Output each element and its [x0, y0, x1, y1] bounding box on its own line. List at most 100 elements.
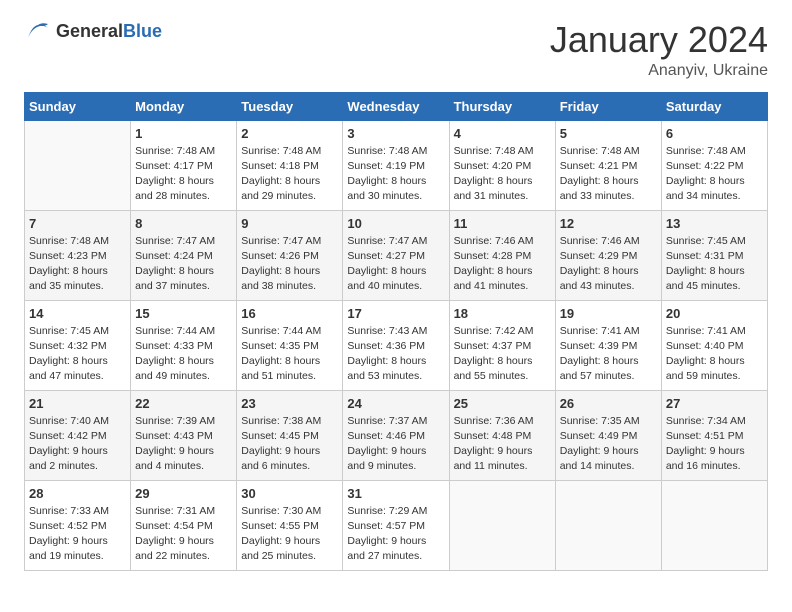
day-number: 27: [666, 396, 763, 411]
weekday-header-tuesday: Tuesday: [237, 92, 343, 120]
weekday-header-saturday: Saturday: [661, 92, 767, 120]
day-number: 9: [241, 216, 338, 231]
day-number: 8: [135, 216, 232, 231]
day-number: 20: [666, 306, 763, 321]
calendar-cell: 11 Sunrise: 7:46 AM Sunset: 4:28 PM Dayli…: [449, 210, 555, 300]
weekday-header-monday: Monday: [131, 92, 237, 120]
day-number: 15: [135, 306, 232, 321]
day-number: 18: [454, 306, 551, 321]
day-details: Sunrise: 7:41 AM Sunset: 4:40 PM Dayligh…: [666, 324, 763, 385]
day-details: Sunrise: 7:38 AM Sunset: 4:45 PM Dayligh…: [241, 414, 338, 475]
day-number: 22: [135, 396, 232, 411]
calendar-cell: 13 Sunrise: 7:45 AM Sunset: 4:31 PM Dayli…: [661, 210, 767, 300]
day-details: Sunrise: 7:48 AM Sunset: 4:20 PM Dayligh…: [454, 144, 551, 205]
calendar-week-row: 28 Sunrise: 7:33 AM Sunset: 4:52 PM Dayli…: [25, 480, 768, 570]
calendar-cell: 27 Sunrise: 7:34 AM Sunset: 4:51 PM Dayli…: [661, 390, 767, 480]
day-number: 1: [135, 126, 232, 141]
day-details: Sunrise: 7:39 AM Sunset: 4:43 PM Dayligh…: [135, 414, 232, 475]
day-number: 5: [560, 126, 657, 141]
day-number: 31: [347, 486, 444, 501]
calendar-cell: 9 Sunrise: 7:47 AM Sunset: 4:26 PM Daylig…: [237, 210, 343, 300]
day-details: Sunrise: 7:46 AM Sunset: 4:28 PM Dayligh…: [454, 234, 551, 295]
day-details: Sunrise: 7:29 AM Sunset: 4:57 PM Dayligh…: [347, 504, 444, 565]
day-details: Sunrise: 7:48 AM Sunset: 4:22 PM Dayligh…: [666, 144, 763, 205]
calendar-cell: 14Sunrise: 7:45 AM Sunset: 4:32 PM Dayli…: [25, 300, 131, 390]
calendar-cell: 21 Sunrise: 7:40 AM Sunset: 4:42 PM Dayli…: [25, 390, 131, 480]
day-number: 13: [666, 216, 763, 231]
calendar-cell: [449, 480, 555, 570]
calendar-cell: 1Sunrise: 7:48 AM Sunset: 4:17 PM Daylig…: [131, 120, 237, 210]
location-title: Ananyiv, Ukraine: [550, 62, 768, 80]
calendar-cell: 16Sunrise: 7:44 AM Sunset: 4:35 PM Dayli…: [237, 300, 343, 390]
calendar-cell: 20 Sunrise: 7:41 AM Sunset: 4:40 PM Dayli…: [661, 300, 767, 390]
logo-icon: [24, 20, 52, 42]
calendar-cell: 30 Sunrise: 7:30 AM Sunset: 4:55 PM Dayli…: [237, 480, 343, 570]
day-details: Sunrise: 7:37 AM Sunset: 4:46 PM Dayligh…: [347, 414, 444, 475]
calendar-cell: 24 Sunrise: 7:37 AM Sunset: 4:46 PM Dayli…: [343, 390, 449, 480]
day-details: Sunrise: 7:47 AM Sunset: 4:27 PM Dayligh…: [347, 234, 444, 295]
day-details: Sunrise: 7:47 AM Sunset: 4:24 PM Dayligh…: [135, 234, 232, 295]
weekday-header-sunday: Sunday: [25, 92, 131, 120]
day-number: 7: [29, 216, 126, 231]
calendar-cell: 12 Sunrise: 7:46 AM Sunset: 4:29 PM Dayli…: [555, 210, 661, 300]
day-number: 6: [666, 126, 763, 141]
day-number: 25: [454, 396, 551, 411]
calendar-cell: 23 Sunrise: 7:38 AM Sunset: 4:45 PM Dayli…: [237, 390, 343, 480]
calendar-cell: 15 Sunrise: 7:44 AM Sunset: 4:33 PM Dayli…: [131, 300, 237, 390]
day-details: Sunrise: 7:30 AM Sunset: 4:55 PM Dayligh…: [241, 504, 338, 565]
day-details: Sunrise: 7:48 AM Sunset: 4:23 PM Dayligh…: [29, 234, 126, 295]
day-details: Sunrise: 7:47 AM Sunset: 4:26 PM Dayligh…: [241, 234, 338, 295]
calendar-cell: 5Sunrise: 7:48 AM Sunset: 4:21 PM Daylig…: [555, 120, 661, 210]
day-number: 21: [29, 396, 126, 411]
day-details: Sunrise: 7:33 AM Sunset: 4:52 PM Dayligh…: [29, 504, 126, 565]
day-number: 11: [454, 216, 551, 231]
day-number: 28: [29, 486, 126, 501]
weekday-header-friday: Friday: [555, 92, 661, 120]
day-details: Sunrise: 7:46 AM Sunset: 4:29 PM Dayligh…: [560, 234, 657, 295]
calendar-cell: 2Sunrise: 7:48 AM Sunset: 4:18 PM Daylig…: [237, 120, 343, 210]
calendar-cell: 7 Sunrise: 7:48 AM Sunset: 4:23 PM Daylig…: [25, 210, 131, 300]
day-details: Sunrise: 7:43 AM Sunset: 4:36 PM Dayligh…: [347, 324, 444, 385]
day-number: 30: [241, 486, 338, 501]
day-number: 26: [560, 396, 657, 411]
day-number: 29: [135, 486, 232, 501]
day-number: 23: [241, 396, 338, 411]
calendar-cell: 31 Sunrise: 7:29 AM Sunset: 4:57 PM Dayli…: [343, 480, 449, 570]
day-details: Sunrise: 7:31 AM Sunset: 4:54 PM Dayligh…: [135, 504, 232, 565]
calendar-cell: [555, 480, 661, 570]
day-details: Sunrise: 7:41 AM Sunset: 4:39 PM Dayligh…: [560, 324, 657, 385]
day-details: Sunrise: 7:36 AM Sunset: 4:48 PM Dayligh…: [454, 414, 551, 475]
day-details: Sunrise: 7:44 AM Sunset: 4:33 PM Dayligh…: [135, 324, 232, 385]
weekday-header-row: SundayMondayTuesdayWednesdayThursdayFrid…: [25, 92, 768, 120]
day-number: 24: [347, 396, 444, 411]
day-details: Sunrise: 7:40 AM Sunset: 4:42 PM Dayligh…: [29, 414, 126, 475]
calendar-cell: 25 Sunrise: 7:36 AM Sunset: 4:48 PM Dayli…: [449, 390, 555, 480]
calendar-cell: 22 Sunrise: 7:39 AM Sunset: 4:43 PM Dayli…: [131, 390, 237, 480]
day-number: 4: [454, 126, 551, 141]
day-number: 17: [347, 306, 444, 321]
calendar-cell: 18 Sunrise: 7:42 AM Sunset: 4:37 PM Dayli…: [449, 300, 555, 390]
day-details: Sunrise: 7:34 AM Sunset: 4:51 PM Dayligh…: [666, 414, 763, 475]
calendar-cell: 28 Sunrise: 7:33 AM Sunset: 4:52 PM Dayli…: [25, 480, 131, 570]
weekday-header-thursday: Thursday: [449, 92, 555, 120]
calendar-table: SundayMondayTuesdayWednesdayThursdayFrid…: [24, 92, 768, 571]
day-details: Sunrise: 7:45 AM Sunset: 4:32 PM Dayligh…: [29, 324, 126, 385]
logo-general: General: [56, 21, 123, 41]
day-number: 19: [560, 306, 657, 321]
day-details: Sunrise: 7:42 AM Sunset: 4:37 PM Dayligh…: [454, 324, 551, 385]
day-details: Sunrise: 7:48 AM Sunset: 4:19 PM Dayligh…: [347, 144, 444, 205]
calendar-cell: [661, 480, 767, 570]
calendar-week-row: 14Sunrise: 7:45 AM Sunset: 4:32 PM Dayli…: [25, 300, 768, 390]
page-header: GeneralBlue January 2024 Ananyiv, Ukrain…: [24, 20, 768, 80]
day-details: Sunrise: 7:44 AM Sunset: 4:35 PM Dayligh…: [241, 324, 338, 385]
calendar-week-row: 7 Sunrise: 7:48 AM Sunset: 4:23 PM Daylig…: [25, 210, 768, 300]
day-number: 10: [347, 216, 444, 231]
calendar-cell: 4 Sunrise: 7:48 AM Sunset: 4:20 PM Daylig…: [449, 120, 555, 210]
calendar-cell: 3Sunrise: 7:48 AM Sunset: 4:19 PM Daylig…: [343, 120, 449, 210]
calendar-cell: 26Sunrise: 7:35 AM Sunset: 4:49 PM Dayli…: [555, 390, 661, 480]
day-details: Sunrise: 7:48 AM Sunset: 4:18 PM Dayligh…: [241, 144, 338, 205]
weekday-header-wednesday: Wednesday: [343, 92, 449, 120]
day-details: Sunrise: 7:45 AM Sunset: 4:31 PM Dayligh…: [666, 234, 763, 295]
day-number: 12: [560, 216, 657, 231]
calendar-cell: 17 Sunrise: 7:43 AM Sunset: 4:36 PM Dayli…: [343, 300, 449, 390]
